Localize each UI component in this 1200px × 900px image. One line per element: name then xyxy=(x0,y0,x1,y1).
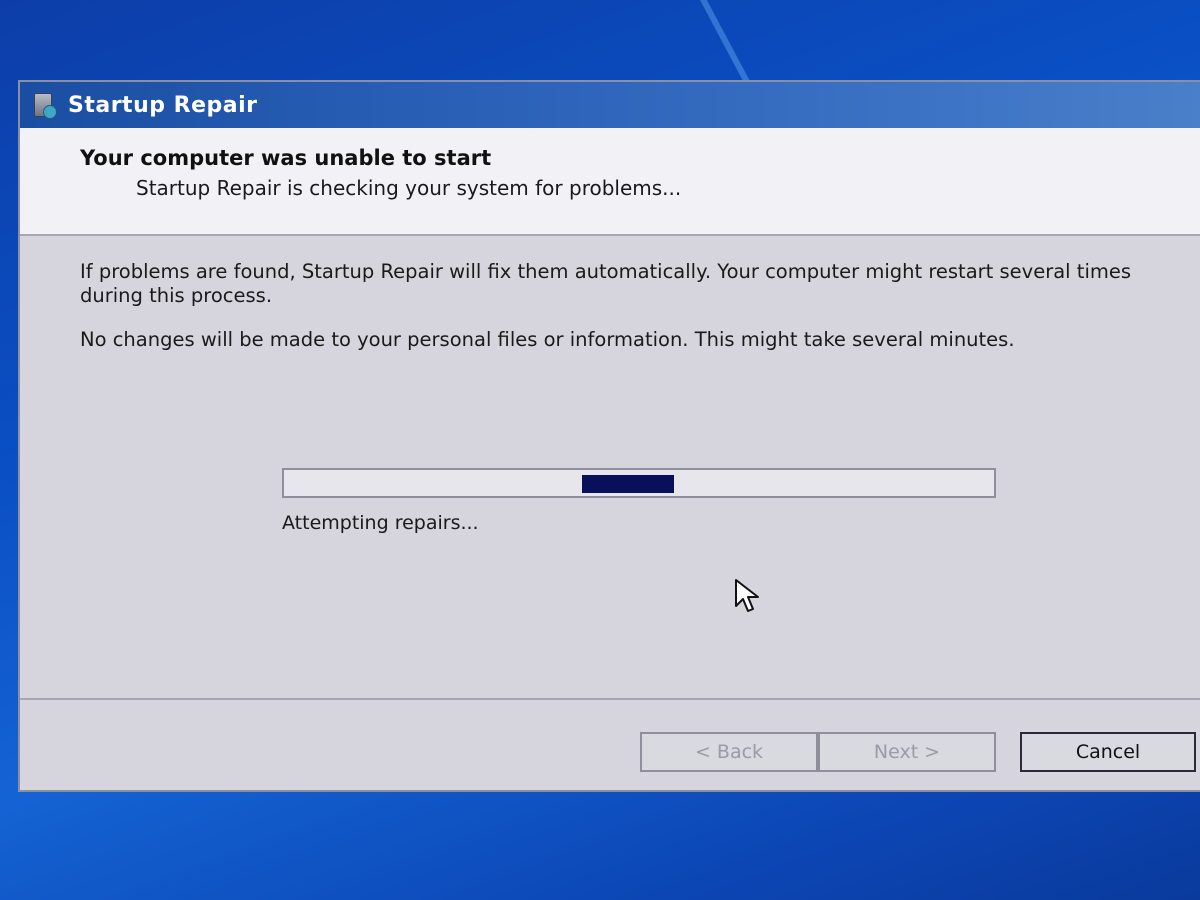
startup-repair-icon xyxy=(34,93,57,119)
progress-status-text: Attempting repairs... xyxy=(282,512,479,534)
header-subtitle: Startup Repair is checking your system f… xyxy=(136,176,682,200)
title-bar[interactable]: Startup Repair xyxy=(20,82,1200,128)
window-title: Startup Repair xyxy=(68,92,258,118)
startup-repair-window: Startup Repair Your computer was unable … xyxy=(18,80,1200,792)
header-title: Your computer was unable to start xyxy=(80,146,492,170)
cancel-button[interactable]: Cancel xyxy=(1020,732,1196,772)
info-paragraph-restart: If problems are found, Startup Repair wi… xyxy=(80,260,1132,307)
back-button[interactable]: < Back xyxy=(640,732,818,772)
header-panel: Your computer was unable to start Startu… xyxy=(20,128,1200,236)
next-button[interactable]: Next > xyxy=(818,732,996,772)
content-area: If problems are found, Startup Repair wi… xyxy=(20,236,1200,702)
button-bar: < Back Next > Cancel xyxy=(20,698,1200,790)
progress-bar xyxy=(282,468,996,498)
mouse-pointer-icon xyxy=(735,579,759,612)
info-paragraph-files: No changes will be made to your personal… xyxy=(80,328,1015,351)
progress-bar-segment xyxy=(582,475,674,493)
